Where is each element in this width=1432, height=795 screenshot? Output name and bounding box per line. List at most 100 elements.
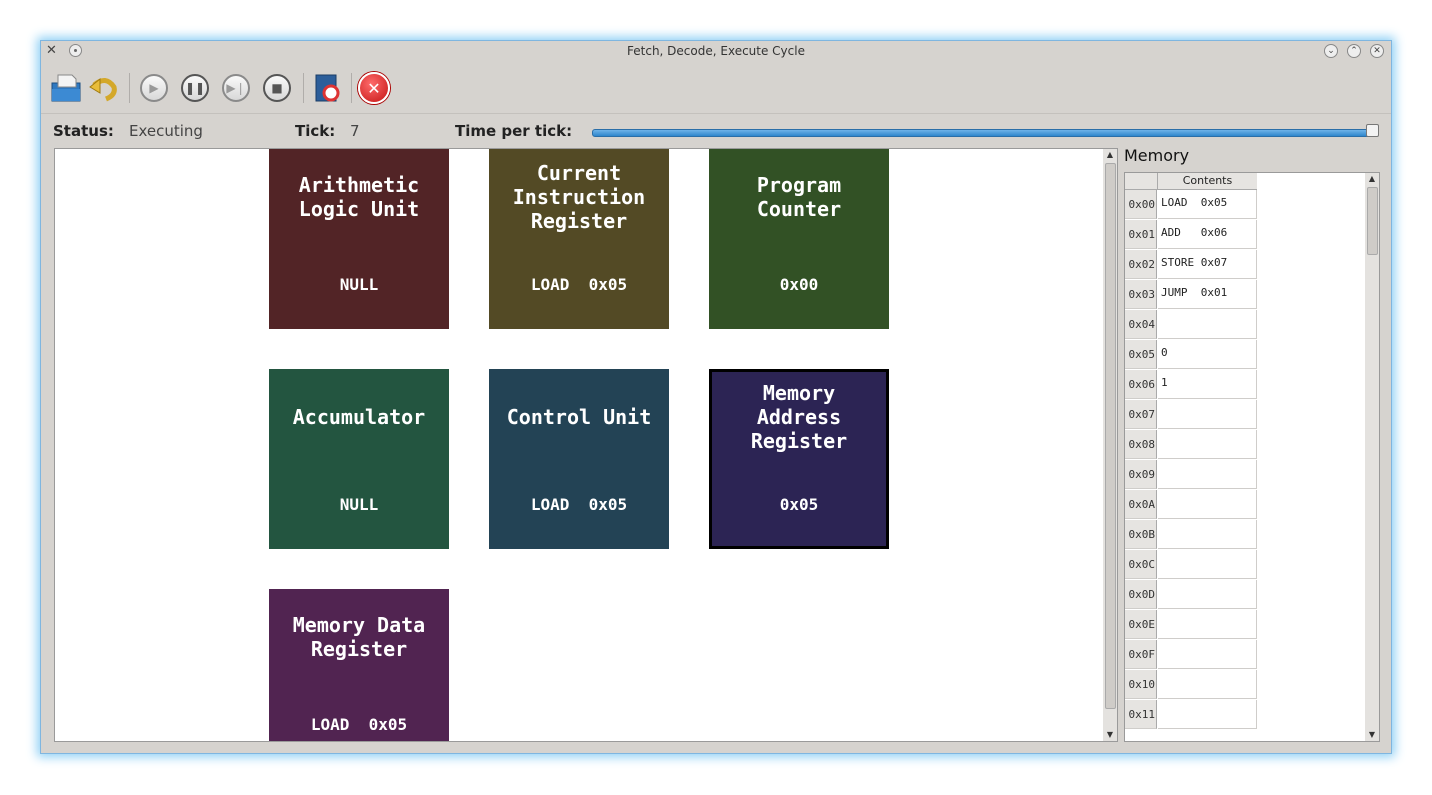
component-name: Control Unit	[506, 405, 652, 429]
memory-title: Memory	[1124, 146, 1190, 165]
memory-row[interactable]: 0x08	[1125, 430, 1257, 460]
memory-content-cell[interactable]	[1158, 580, 1257, 609]
pause-button[interactable]: ❚❚	[178, 71, 212, 105]
scrollbar-thumb[interactable]	[1105, 163, 1116, 709]
scroll-down-icon[interactable]: ▼	[1365, 729, 1379, 741]
play-button[interactable]: ▶	[137, 71, 171, 105]
memory-address: 0x0D	[1125, 580, 1157, 609]
memory-row[interactable]: 0x09	[1125, 460, 1257, 490]
mdr-box[interactable]: Memory Data Register LOAD 0x05	[269, 589, 449, 741]
memory-content-cell[interactable]: 0	[1158, 340, 1257, 369]
undo-button[interactable]	[87, 71, 121, 105]
memory-content-cell[interactable]: STORE 0x07	[1158, 250, 1257, 279]
memory-row[interactable]: 0x07	[1125, 400, 1257, 430]
memory-row[interactable]: 0x0E	[1125, 610, 1257, 640]
status-label: Status:	[53, 122, 114, 140]
memory-table-header: Contents	[1125, 173, 1257, 190]
open-file-icon	[51, 74, 81, 102]
memory-content-cell[interactable]: LOAD 0x05	[1158, 190, 1257, 219]
minimize-icon[interactable]: ⌄	[1324, 44, 1338, 58]
alu-box[interactable]: Arithmetic Logic Unit NULL	[269, 149, 449, 329]
component-value: 0x00	[779, 275, 819, 294]
memory-address: 0x01	[1125, 220, 1157, 249]
header-corner	[1125, 173, 1158, 189]
program-counter-box[interactable]: Program Counter 0x00	[709, 149, 889, 329]
memory-scrollbar[interactable]: ▲ ▼	[1365, 172, 1380, 742]
application-window: ✕ Fetch, Decode, Execute Cycle ⌄ ⌃ ✕ ▶ ❚…	[40, 40, 1392, 754]
memory-row[interactable]: 0x0D	[1125, 580, 1257, 610]
memory-address: 0x03	[1125, 280, 1157, 309]
pause-icon: ❚❚	[181, 74, 209, 102]
step-button[interactable]: ▶❘	[219, 71, 253, 105]
memory-address: 0x0A	[1125, 490, 1157, 519]
slider-handle[interactable]	[1366, 124, 1379, 137]
maximize-icon[interactable]: ⌃	[1347, 44, 1361, 58]
memory-row[interactable]: 0x0A	[1125, 490, 1257, 520]
status-value: Executing	[129, 122, 203, 140]
memory-row[interactable]: 0x0F	[1125, 640, 1257, 670]
memory-row[interactable]: 0x00 LOAD 0x05	[1125, 190, 1257, 220]
title-bar[interactable]: ✕ Fetch, Decode, Execute Cycle ⌄ ⌃ ✕	[41, 41, 1391, 61]
memory-row[interactable]: 0x0B	[1125, 520, 1257, 550]
exit-button[interactable]: ✕	[357, 71, 391, 105]
memory-content-cell[interactable]	[1158, 520, 1257, 549]
canvas-scrollbar[interactable]: ▲ ▼	[1103, 148, 1118, 742]
memory-table[interactable]: Contents 0x00 LOAD 0x05 0x01 ADD 0x06 0x02 ST…	[1124, 172, 1366, 742]
control-unit-box[interactable]: Control Unit LOAD 0x05	[489, 369, 669, 549]
help-button[interactable]	[311, 71, 345, 105]
memory-content-cell[interactable]	[1158, 430, 1257, 459]
component-name: Memory Data Register	[292, 613, 426, 661]
memory-content-cell[interactable]	[1158, 700, 1257, 729]
scroll-up-icon[interactable]: ▲	[1103, 149, 1117, 161]
memory-row[interactable]: 0x10	[1125, 670, 1257, 700]
memory-address: 0x11	[1125, 700, 1157, 729]
memory-row[interactable]: 0x05 0	[1125, 340, 1257, 370]
cpu-diagram-canvas: Arithmetic Logic Unit NULL Current Instruc…	[54, 148, 1106, 742]
contents-column-header[interactable]: Contents	[1158, 174, 1257, 187]
open-file-button[interactable]	[49, 71, 83, 105]
scroll-up-icon[interactable]: ▲	[1365, 173, 1379, 185]
memory-address: 0x0E	[1125, 610, 1157, 639]
accumulator-box[interactable]: Accumulator NULL	[269, 369, 449, 549]
memory-content-cell[interactable]: JUMP 0x01	[1158, 280, 1257, 309]
memory-content-cell[interactable]: 1	[1158, 370, 1257, 399]
memory-content-cell[interactable]	[1158, 490, 1257, 519]
component-name: Arithmetic Logic Unit	[298, 173, 420, 221]
memory-content-cell[interactable]: ADD 0x06	[1158, 220, 1257, 249]
window-title: Fetch, Decode, Execute Cycle	[627, 44, 805, 58]
memory-content-cell[interactable]	[1158, 640, 1257, 669]
memory-content-cell[interactable]	[1158, 460, 1257, 489]
scroll-down-icon[interactable]: ▼	[1103, 729, 1117, 741]
scrollbar-thumb[interactable]	[1367, 187, 1378, 255]
memory-address: 0x07	[1125, 400, 1157, 429]
status-bar: Status: Executing Tick: 7 Time per tick:	[41, 113, 1391, 150]
memory-row[interactable]: 0x02 STORE 0x07	[1125, 250, 1257, 280]
memory-content-cell[interactable]	[1158, 310, 1257, 339]
stop-icon: ■	[263, 74, 291, 102]
exit-icon: ✕	[358, 72, 390, 104]
step-icon: ▶❘	[222, 74, 250, 102]
memory-row[interactable]: 0x11	[1125, 700, 1257, 730]
memory-address: 0x00	[1125, 190, 1157, 219]
memory-address: 0x09	[1125, 460, 1157, 489]
memory-row[interactable]: 0x03 JUMP 0x01	[1125, 280, 1257, 310]
mar-box[interactable]: Memory Address Register 0x05	[709, 369, 889, 549]
memory-row[interactable]: 0x01 ADD 0x06	[1125, 220, 1257, 250]
cir-box[interactable]: Current Instruction Register LOAD 0x05	[489, 149, 669, 329]
tick-label: Tick:	[295, 122, 336, 140]
component-value: 0x05	[779, 495, 819, 514]
component-name: Memory Address Register	[750, 381, 848, 453]
toolbar-separator	[351, 73, 352, 103]
memory-row[interactable]: 0x04	[1125, 310, 1257, 340]
close-icon[interactable]: ✕	[1370, 44, 1384, 58]
time-per-tick-slider[interactable]	[592, 129, 1374, 137]
memory-address: 0x10	[1125, 670, 1157, 699]
stop-button[interactable]: ■	[260, 71, 294, 105]
memory-content-cell[interactable]	[1158, 400, 1257, 429]
memory-content-cell[interactable]	[1158, 550, 1257, 579]
memory-content-cell[interactable]	[1158, 610, 1257, 639]
memory-row[interactable]: 0x0C	[1125, 550, 1257, 580]
memory-content-cell[interactable]	[1158, 670, 1257, 699]
undo-icon	[89, 77, 117, 102]
memory-row[interactable]: 0x06 1	[1125, 370, 1257, 400]
